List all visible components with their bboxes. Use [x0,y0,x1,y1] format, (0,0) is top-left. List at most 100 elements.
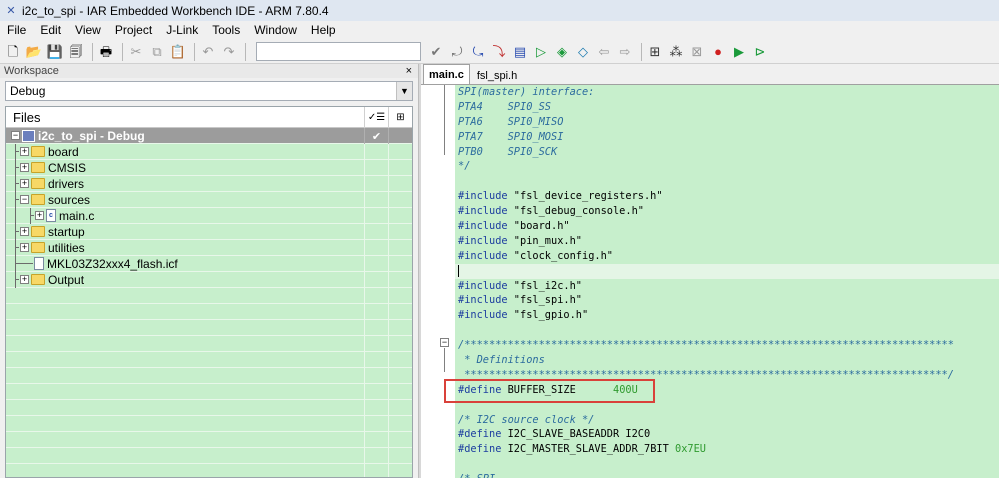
code-token: "fsl_debug_console.h" [513,205,644,218]
next-bookmark-icon[interactable]: ◈ [553,43,571,61]
workspace-pane: Workspace × Debug ▼ Files ✓☰ ⊞ − i2c_to_… [0,64,418,478]
menu-help[interactable]: Help [304,21,343,40]
workspace-title: Workspace [4,65,59,77]
editor-pane: main.c fsl_spi.h − SPI(master) interface… [421,64,999,478]
chevron-down-icon[interactable]: ▼ [396,82,412,100]
undo-icon[interactable]: ↶ [199,43,217,61]
code-token: /* SPI [458,473,501,478]
tree-item-output[interactable]: + Output [6,272,412,288]
go-to-icon[interactable]: ⤵ [490,43,508,61]
collapse-icon[interactable]: − [20,195,29,204]
tree-item-cmsis[interactable]: + CMSIS [6,160,412,176]
paste-icon[interactable]: 📋 [169,43,187,61]
prev-bookmark-icon[interactable]: ◇ [574,43,592,61]
print-icon[interactable]: 🖶 [97,43,115,61]
tab-main-c[interactable]: main.c [423,64,470,84]
configuration-value: Debug [10,84,46,98]
bookmark-icon[interactable]: ▤ [511,43,529,61]
tree-item-utilities[interactable]: + utilities [6,240,412,256]
navigate-forward-icon[interactable]: ⇨ [616,43,634,61]
code-token: "pin_mux.h" [513,234,582,247]
new-file-icon[interactable]: 🗋 [4,43,22,61]
configuration-select[interactable]: Debug ▼ [5,81,413,101]
code-token: PTA7 SPI0_MOSI [458,130,564,143]
workspace-header: Workspace × [0,64,418,78]
tab-fsl-spi-h[interactable]: fsl_spi.h [471,66,523,84]
expand-icon[interactable]: + [20,147,29,156]
code-area[interactable]: SPI(master) interface: PTA4 SPI0_SS PTA6 S… [455,85,999,478]
tree-item-drivers[interactable]: + drivers [6,176,412,192]
app-icon: ✕ [6,5,16,17]
menu-project[interactable]: Project [108,21,159,40]
find-icon[interactable]: ✔ [427,43,445,61]
tree-item-startup[interactable]: + startup [6,224,412,240]
files-column-label: Files [13,109,41,125]
menu-tools[interactable]: Tools [205,21,247,40]
fold-collapse-icon[interactable]: − [440,338,449,347]
menu-window[interactable]: Window [247,21,304,40]
project-label: i2c_to_spi - Debug [38,128,145,143]
debug-without-download-icon[interactable]: ⊳ [751,43,769,61]
code-token: PTB0 SPI0_SCK [458,145,558,158]
menu-edit[interactable]: Edit [33,21,68,40]
code-token: "clock_config.h" [513,249,613,262]
build-column-icon[interactable]: ⊞ [388,107,412,128]
code-token: #include [458,190,514,203]
menu-jlink[interactable]: J-Link [159,21,205,40]
find-next-icon[interactable]: ⤿ [469,43,487,61]
navigate-back-icon[interactable]: ⇦ [595,43,613,61]
compile-icon[interactable]: ⊞ [646,43,664,61]
tree-item-label: board [48,144,79,159]
code-line: #define I2C_SLAVE_BASEADDR I2C0 [455,427,999,442]
editor-gutter: − [421,85,455,478]
expand-icon[interactable]: + [20,227,29,236]
code-token: PTA4 SPI0_SS [458,100,551,113]
expand-icon[interactable]: + [20,275,29,284]
tree-item-linker-file[interactable]: MKL03Z32xxx4_flash.icf [6,256,412,272]
code-token: #include [458,279,514,292]
code-token: I2C_SLAVE_BASEADDR I2C0 [507,428,651,441]
code-token: #define [458,443,508,456]
tree-item-label: utilities [48,240,85,255]
title-bar: ✕ i2c_to_spi - IAR Embedded Workbench ID… [0,0,999,21]
folder-icon [31,146,45,157]
tree-item-board[interactable]: + board [6,144,412,160]
code-line: /* SPI [455,472,999,478]
expand-icon[interactable]: + [20,179,29,188]
download-debug-icon[interactable]: ▶ [730,43,748,61]
toggle-bookmark-icon[interactable]: ▷ [532,43,550,61]
close-icon[interactable]: × [406,65,414,77]
options-column-icon[interactable]: ✓☰ [364,107,388,128]
redo-icon[interactable]: ↷ [220,43,238,61]
tree-root-project[interactable]: − i2c_to_spi - Debug ✔ [6,128,412,144]
menu-view[interactable]: View [68,21,108,40]
open-icon[interactable]: 📂 [25,43,43,61]
copy-icon[interactable]: ⧉ [148,43,166,61]
stop-build-icon[interactable]: ⊠ [688,43,706,61]
menu-file[interactable]: File [0,21,33,40]
make-icon[interactable]: ⁂ [667,43,685,61]
tree-item-sources[interactable]: − sources [6,192,412,208]
find-prev-icon[interactable]: ⤾ [448,43,466,61]
code-line: #include "fsl_gpio.h" [455,308,999,323]
save-all-icon[interactable]: 🗐 [67,43,85,61]
save-icon[interactable]: 💾 [46,43,64,61]
c-file-icon: c [46,209,56,222]
expand-icon[interactable]: + [35,211,44,220]
code-token: #include [458,294,514,307]
code-token: #include [458,309,514,322]
breakpoint-icon[interactable]: ● [709,43,727,61]
code-token: "fsl_gpio.h" [513,309,589,322]
tree-empty-row [6,320,412,336]
find-combo[interactable] [256,42,421,61]
collapse-icon[interactable]: − [11,131,20,140]
expand-icon[interactable]: + [20,243,29,252]
cut-icon[interactable]: ✂ [127,43,145,61]
tree-empty-row [6,464,412,477]
tree-item-main-c[interactable]: + c main.c [6,208,412,224]
code-line: ****************************************… [455,368,999,383]
expand-icon[interactable]: + [20,163,29,172]
code-token: * Definitions [458,354,545,367]
